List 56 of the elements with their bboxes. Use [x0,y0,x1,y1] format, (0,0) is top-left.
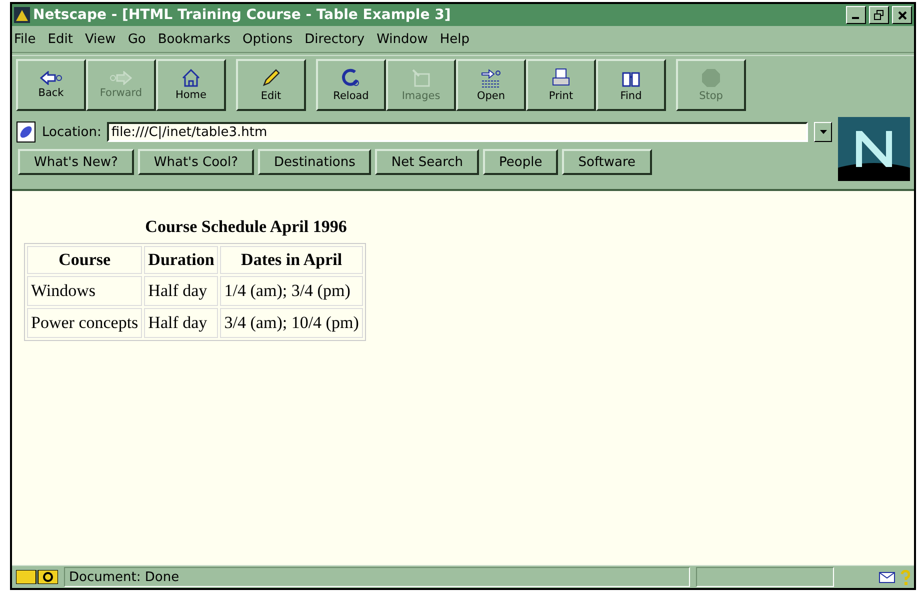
table-cell: 3/4 (am); 10/4 (pm) [220,308,363,338]
toolbar-button[interactable]: Print [526,59,596,111]
toolbar-button[interactable]: Open [456,59,526,111]
directory-button[interactable]: Software [562,149,652,175]
location-label: Location: [42,124,102,140]
menu-item[interactable]: Bookmarks [156,32,236,46]
menu-item[interactable]: View [82,32,122,46]
table-cell: Windows [27,276,142,306]
close-icon [898,10,906,20]
right-arrow-icon [110,71,132,85]
window-title: Netscape - [HTML Training Course - Table Example 3] [33,7,452,23]
toolbar-button[interactable]: Back [16,59,86,111]
letter-n-logo-icon [838,117,910,181]
menu-item[interactable]: File [12,32,42,46]
pencil-icon [261,68,281,88]
minimize-button[interactable] [846,6,866,24]
restore-icon [874,10,884,20]
stop-sign-icon [701,68,721,88]
directory-button[interactable]: Destinations [258,149,372,175]
caret-icon [820,130,826,134]
toolbar-button[interactable]: Find [596,59,666,111]
printer-icon [551,68,571,88]
menu-item[interactable]: Options [240,32,299,46]
restore-button[interactable] [869,6,889,24]
open-icon [480,68,502,88]
left-arrow-icon [40,71,62,85]
menu-item[interactable]: Edit [46,32,79,46]
images-icon [411,68,431,88]
table-cell: Power concepts [27,308,142,338]
app-logo-icon [14,7,30,23]
table-cell: Half day [144,308,218,338]
directory-button[interactable]: What's Cool? [138,149,254,175]
table-cell: 1/4 (am); 3/4 (pm) [220,276,363,306]
close-button[interactable] [892,6,912,24]
directory-button[interactable]: Net Search [375,149,480,175]
house-icon [181,69,201,87]
toolbar-button[interactable]: Reload [316,59,386,111]
menu-item[interactable]: Help [438,32,476,46]
reload-icon [341,68,361,88]
toolbar-button[interactable]: Home [156,59,226,111]
column-header: Course [27,246,142,274]
directory-button[interactable]: People [483,149,558,175]
menu-item[interactable]: Go [126,32,152,46]
mail-icon[interactable] [879,572,895,582]
status-text: Document: Done [64,567,690,587]
bookmark-icon [16,121,36,143]
menu-item[interactable]: Directory [302,32,371,46]
column-header: Duration [144,246,218,274]
dropdown-button[interactable] [814,122,832,142]
table-cell: Half day [144,276,218,306]
table-caption: Course Schedule April 1996 [144,217,348,237]
directory-button[interactable]: What's New? [18,149,134,175]
location-field[interactable]: file:///C|/inet/table3.htm [107,122,808,142]
menu-item[interactable]: Window [374,32,434,46]
toolbar-button[interactable]: Edit [236,59,306,111]
column-header: Dates in April [220,246,363,274]
